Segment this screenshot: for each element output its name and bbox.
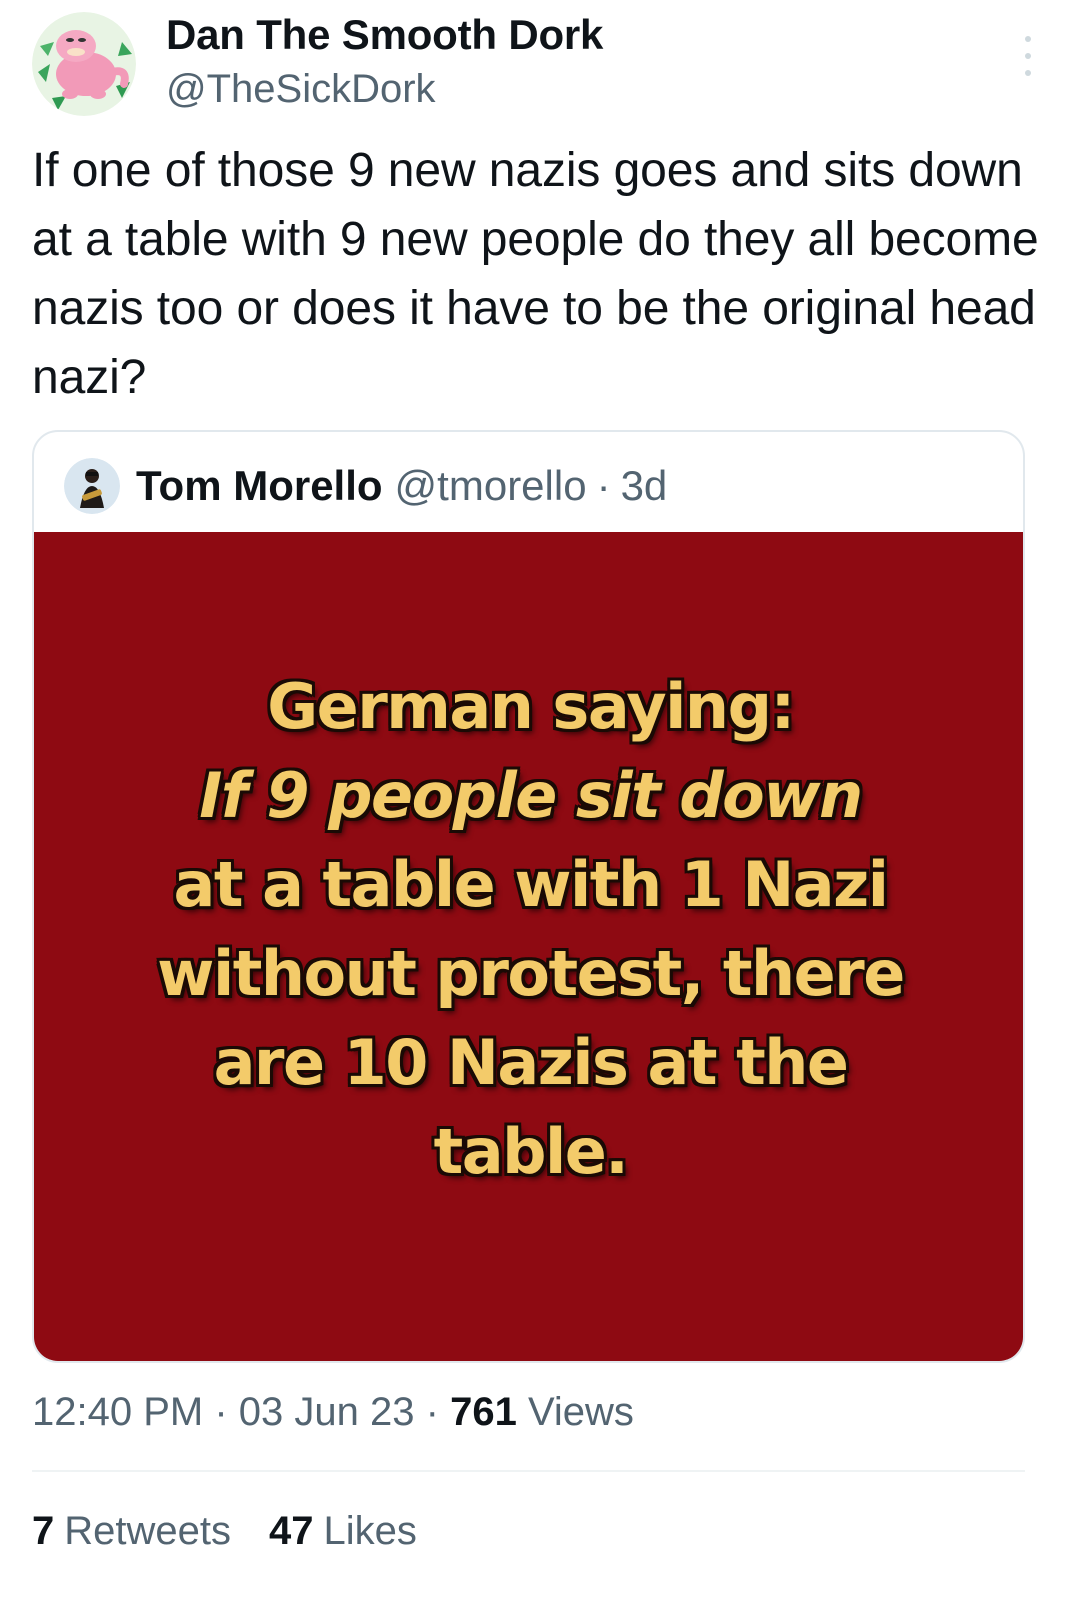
author-avatar[interactable]: [32, 12, 136, 116]
separator-dot: ·: [596, 462, 611, 509]
guitarist-avatar-icon: [64, 458, 120, 514]
quoted-tweet-card[interactable]: Tom Morello @tmorello · 3d German saying…: [32, 430, 1025, 1363]
quoted-tweet-image[interactable]: German saying: If 9 people sit down at a…: [34, 532, 1023, 1361]
saying-line-2: If 9 people sit down: [199, 759, 863, 832]
saying-line-6: table.: [433, 1115, 629, 1188]
quoted-tweet-header: Tom Morello @tmorello · 3d: [64, 454, 667, 518]
saying-line-4: without protest, there: [157, 937, 905, 1010]
likes-stat[interactable]: 47 Likes: [269, 1505, 417, 1557]
quoted-author-handle[interactable]: @tmorello: [395, 462, 587, 510]
retweets-stat[interactable]: 7 Retweets: [32, 1505, 231, 1557]
tweet-time[interactable]: 12:40 PM: [32, 1390, 203, 1434]
likes-label: Likes: [323, 1509, 417, 1553]
tweet-date[interactable]: 03 Jun 23: [239, 1390, 415, 1434]
tweet-meta: 12:40 PM · 03 Jun 23 · 761 Views: [32, 1386, 634, 1438]
tweet-text: If one of those 9 new nazis goes and sit…: [32, 144, 1039, 404]
author-info[interactable]: Dan The Smooth Dork @TheSickDork: [166, 10, 603, 114]
tweet-stats: 7 Retweets 47 Likes: [32, 1505, 455, 1557]
tweet-header: Dan The Smooth Dork @TheSickDork: [32, 10, 1052, 120]
likes-count: 47: [269, 1509, 314, 1553]
retweets-count: 7: [32, 1509, 55, 1553]
author-handle[interactable]: @TheSickDork: [166, 64, 603, 114]
quoted-tweet-time[interactable]: 3d: [621, 462, 668, 510]
divider: [32, 1470, 1025, 1472]
more-dot: [1025, 70, 1031, 76]
views-count: 761: [450, 1390, 517, 1434]
saying-line-5: are 10 Nazis at the: [213, 1026, 849, 1099]
separator-dot: ·: [214, 1390, 228, 1434]
quoted-author-avatar[interactable]: [64, 458, 120, 514]
separator-dot: ·: [425, 1390, 439, 1434]
image-saying-text: German saying: If 9 people sit down at a…: [34, 662, 1023, 1196]
quoted-author-name[interactable]: Tom Morello: [136, 462, 383, 510]
slowpoke-avatar-icon: [32, 12, 136, 116]
views-label: Views: [527, 1390, 634, 1434]
saying-line-3: at a table with 1 Nazi: [173, 848, 889, 921]
more-dot: [1025, 53, 1031, 59]
author-display-name[interactable]: Dan The Smooth Dork: [166, 10, 603, 60]
more-dot: [1025, 36, 1031, 42]
retweets-label: Retweets: [64, 1509, 231, 1553]
saying-line-1: German saying:: [267, 670, 795, 743]
more-options-icon[interactable]: [1016, 36, 1040, 76]
